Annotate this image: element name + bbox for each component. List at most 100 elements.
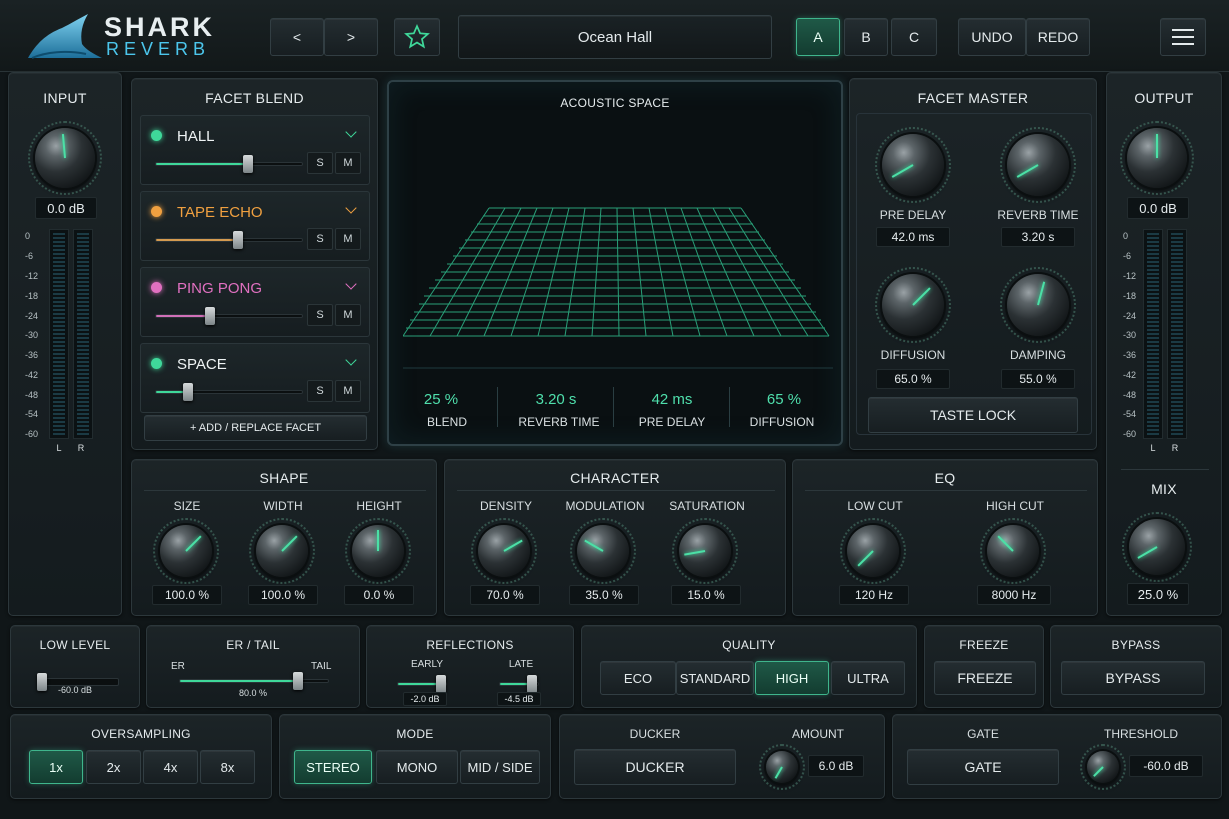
ducker-amount-knob[interactable]: [759, 744, 805, 790]
scale-tick: -12: [1123, 271, 1137, 281]
scale-tick: -48: [1123, 390, 1137, 400]
facet-ping-pong[interactable]: PING PONG S M: [140, 267, 370, 337]
scale-tick: -6: [1123, 251, 1132, 261]
mute-button[interactable]: M: [335, 228, 361, 250]
ab-c-button[interactable]: C: [891, 18, 937, 56]
saturation-knob[interactable]: [672, 518, 738, 584]
output-meter-left: [1143, 229, 1163, 439]
facet-space[interactable]: SPACE S M: [140, 343, 370, 413]
quality-title: QUALITY: [722, 638, 776, 652]
next-preset-button[interactable]: >: [324, 18, 378, 56]
gate-button[interactable]: GATE: [907, 749, 1059, 785]
preset-name-display[interactable]: Ocean Hall: [458, 15, 772, 59]
mode-panel: MODE STEREO MONO MID / SIDE: [279, 714, 551, 799]
facet-level-slider[interactable]: [155, 383, 303, 401]
acoustic-space-grid[interactable]: [403, 202, 833, 372]
chevron-down-icon[interactable]: [345, 202, 357, 214]
mute-button[interactable]: M: [335, 152, 361, 174]
low-cut-knob[interactable]: [840, 518, 906, 584]
freeze-button[interactable]: FREEZE: [934, 661, 1036, 695]
gate-threshold-value: -60.0 dB: [1129, 755, 1203, 777]
facet-level-slider[interactable]: [155, 155, 303, 173]
mute-button[interactable]: M: [335, 304, 361, 326]
width-knob[interactable]: [249, 518, 315, 584]
prev-preset-button[interactable]: <: [270, 18, 324, 56]
quality-standard-button[interactable]: STANDARD: [676, 661, 754, 695]
facet-led: [151, 130, 162, 141]
diffusion-knob[interactable]: [875, 267, 951, 343]
bypass-title: BYPASS: [1111, 638, 1161, 652]
quality-eco-button[interactable]: ECO: [600, 661, 676, 695]
low-level-value: -60.0 dB: [57, 685, 93, 695]
mode-mid-side-button[interactable]: MID / SIDE: [460, 750, 540, 784]
section-divider: [457, 490, 775, 491]
add-replace-facet-button[interactable]: + ADD / REPLACE FACET: [144, 415, 367, 441]
size-knob[interactable]: [153, 518, 219, 584]
logo-reverb: REVERB: [106, 39, 211, 59]
ab-a-button[interactable]: A: [796, 18, 840, 56]
facet-level-slider[interactable]: [155, 307, 303, 325]
early-slider[interactable]: [397, 675, 447, 693]
scale-tick: -6: [25, 251, 34, 261]
low-level-panel: LOW LEVEL -60.0 dB: [10, 625, 140, 708]
height-knob[interactable]: [345, 518, 411, 584]
facet-blend-title: FACET BLEND: [205, 90, 304, 106]
reflections-panel: REFLECTIONS EARLY LATE -2.0 dB -4.5 dB: [366, 625, 574, 708]
facet-hall[interactable]: HALL S M: [140, 115, 370, 185]
ducker-button[interactable]: DUCKER: [574, 749, 736, 785]
ab-b-button[interactable]: B: [844, 18, 888, 56]
facet-tape-echo[interactable]: TAPE ECHO S M: [140, 191, 370, 261]
density-label: DENSITY: [479, 499, 532, 513]
solo-button[interactable]: S: [307, 304, 333, 326]
oversampling-1x-button[interactable]: 1x: [29, 750, 83, 784]
oversampling-4x-button[interactable]: 4x: [143, 750, 198, 784]
mode-mono-button[interactable]: MONO: [376, 750, 458, 784]
scale-tick: 0: [25, 231, 31, 241]
shape-title: SHAPE: [259, 470, 309, 486]
quality-high-button[interactable]: HIGH: [755, 661, 829, 695]
facet-level-slider[interactable]: [155, 231, 303, 249]
reverb-time-label: REVERB TIME: [997, 208, 1079, 222]
solo-button[interactable]: S: [307, 152, 333, 174]
facet-name: HALL: [177, 128, 215, 145]
ducker-title: DUCKER: [629, 727, 681, 741]
er-tail-slider[interactable]: [179, 672, 329, 690]
mode-stereo-button[interactable]: STEREO: [294, 750, 372, 784]
mute-button[interactable]: M: [335, 380, 361, 402]
mix-knob[interactable]: [1122, 512, 1192, 582]
late-slider[interactable]: [499, 675, 539, 693]
favorite-button[interactable]: [394, 18, 440, 56]
high-cut-knob[interactable]: [980, 518, 1046, 584]
solo-button[interactable]: S: [307, 380, 333, 402]
chevron-down-icon[interactable]: [345, 354, 357, 366]
facet-master-panel: FACET MASTER PRE DELAY 42.0 ms REVERB TI…: [849, 78, 1097, 450]
solo-button[interactable]: S: [307, 228, 333, 250]
oversampling-title: OVERSAMPLING: [91, 727, 191, 741]
facet-led: [151, 282, 162, 293]
quality-ultra-button[interactable]: ULTRA: [831, 661, 905, 695]
input-gain-knob[interactable]: [28, 121, 102, 195]
reverb-time-knob[interactable]: [1000, 127, 1076, 203]
oversampling-2x-button[interactable]: 2x: [86, 750, 141, 784]
chevron-down-icon[interactable]: [345, 126, 357, 138]
quality-panel: QUALITY ECO STANDARD HIGH ULTRA: [581, 625, 917, 708]
gate-threshold-knob[interactable]: [1080, 744, 1126, 790]
facet-master-title: FACET MASTER: [917, 90, 1029, 106]
shark-logo-icon: [26, 14, 102, 60]
density-knob[interactable]: [471, 518, 537, 584]
scale-tick: -24: [25, 311, 39, 321]
output-gain-knob[interactable]: [1120, 121, 1194, 195]
diffusion-value: 65.0 %: [876, 369, 950, 389]
menu-button[interactable]: [1160, 18, 1206, 56]
chevron-down-icon[interactable]: [345, 278, 357, 290]
damping-knob[interactable]: [1000, 267, 1076, 343]
modulation-knob[interactable]: [570, 518, 636, 584]
redo-button[interactable]: REDO: [1026, 18, 1090, 56]
taste-lock-button[interactable]: TASTE LOCK: [868, 397, 1078, 433]
oversampling-8x-button[interactable]: 8x: [200, 750, 255, 784]
undo-button[interactable]: UNDO: [958, 18, 1026, 56]
pre-delay-knob[interactable]: [875, 127, 951, 203]
bypass-button[interactable]: BYPASS: [1061, 661, 1205, 695]
output-title: OUTPUT: [1134, 90, 1194, 106]
freeze-title: FREEZE: [959, 638, 1009, 652]
